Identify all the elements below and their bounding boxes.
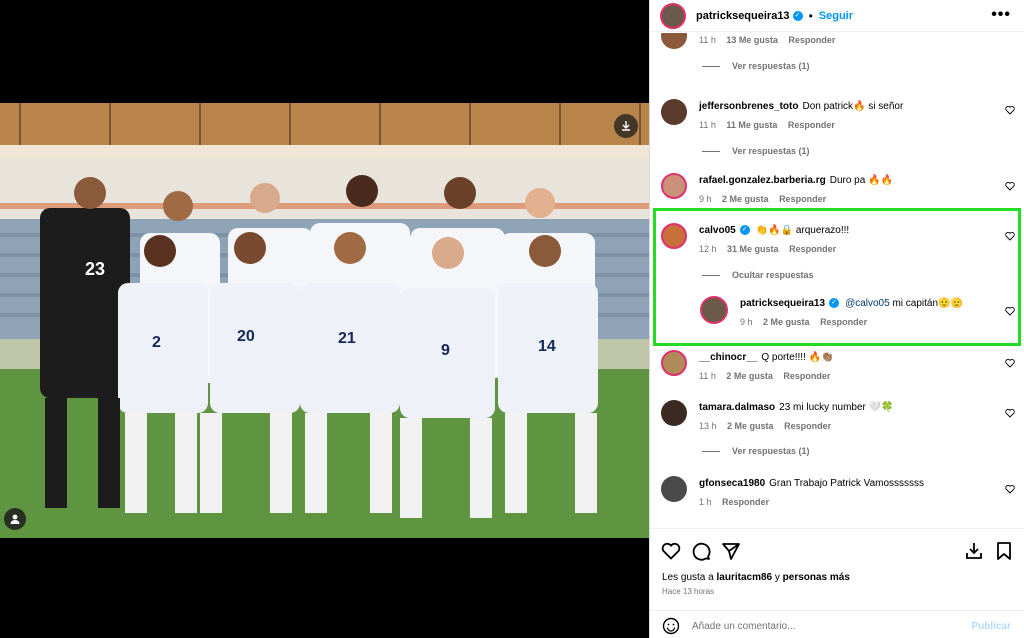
svg-text:21: 21 [338, 330, 356, 347]
avatar[interactable] [661, 99, 687, 125]
comment-username[interactable]: jeffersonbrenes_toto [699, 101, 798, 112]
comment-time: 11 h [699, 35, 716, 45]
reply-button[interactable]: Responder [722, 497, 769, 507]
share-icon[interactable] [721, 541, 741, 561]
bookmark-icon[interactable] [994, 541, 1014, 561]
comment-text: Duro pa 🔥🔥 [829, 175, 893, 186]
comment-username[interactable]: tamara.dalmaso [699, 402, 775, 413]
svg-text:20: 20 [237, 328, 255, 345]
svg-text:14: 14 [538, 338, 556, 355]
comment-time: 9 h [699, 194, 712, 204]
comment-input[interactable]: Añade un comentario... [692, 621, 795, 632]
highlight-box [653, 208, 1021, 346]
tagged-users-button[interactable] [4, 508, 26, 530]
likes-others[interactable]: personas más [783, 572, 850, 583]
comment-body: jeffersonbrenes_toto Don patrick🔥 si seño… [699, 101, 903, 112]
download-button[interactable] [614, 114, 638, 138]
comment-time: 11 h [699, 120, 716, 130]
comment-text: Gran Trabajo Patrick Vamosssssss [769, 478, 925, 489]
like-heart-icon[interactable] [1005, 358, 1015, 368]
comment-likes[interactable]: 2 Me gusta [726, 371, 773, 381]
author-username[interactable]: patricksequeira13 [696, 10, 790, 22]
comment-username[interactable]: rafael.gonzalez.barberia.rg [699, 175, 826, 186]
user-icon [10, 514, 20, 524]
comment-body: tamara.dalmaso 23 mi lucky number 🤍🍀 [699, 402, 894, 413]
svg-text:2: 2 [152, 334, 161, 351]
comment-text: Q porte!!!! 🔥👏🏽 [761, 352, 834, 363]
follow-button[interactable]: Seguir [819, 10, 853, 22]
comment-meta: 13 h 2 Me gusta Responder [699, 421, 839, 431]
comment-meta: 11 h 2 Me gusta Responder [699, 371, 838, 381]
comment-likes[interactable]: 2 Me gusta [727, 421, 774, 431]
team-photo: 23 2 20 21 9 14 [0, 103, 649, 538]
reply-button[interactable]: Responder [779, 194, 826, 204]
separator-dot: • [808, 8, 813, 23]
publish-button[interactable]: Publicar [972, 621, 1011, 632]
avatar[interactable] [661, 476, 687, 502]
post-sidebar: patricksequeira13 ✓ • Seguir ••• 11 h 13… [649, 0, 1024, 638]
likes-joiner: y [774, 572, 780, 583]
comment-meta: 11 h 13 Me gusta Responder [699, 35, 843, 45]
svg-text:23: 23 [85, 259, 105, 279]
reply-button[interactable]: Responder [783, 371, 830, 381]
media-pane: 23 2 20 21 9 14 [0, 0, 649, 638]
comment-likes[interactable]: 2 Me gusta [722, 194, 769, 204]
likes-summary: Les gusta a lauritacm86 y personas más [662, 572, 850, 583]
avatar[interactable] [661, 400, 687, 426]
comment-time: 1 h [699, 497, 712, 507]
like-heart-icon[interactable] [661, 541, 681, 561]
comment-text: 23 mi lucky number 🤍🍀 [779, 402, 894, 413]
avatar[interactable] [660, 2, 686, 29]
reply-button[interactable]: Responder [788, 120, 835, 130]
post-time: Hace 13 horas [662, 587, 715, 596]
comment-likes[interactable]: 13 Me gusta [726, 35, 778, 45]
comment-meta: 1 h Responder [699, 497, 777, 507]
verified-icon: ✓ [792, 10, 803, 21]
comment-likes[interactable]: 11 Me gusta [726, 120, 777, 130]
download-icon [622, 121, 630, 131]
comment-body: gfonseca1980 Gran Trabajo Patrick Vamosss… [699, 478, 924, 489]
download-icon[interactable] [964, 541, 984, 561]
avatar[interactable] [661, 350, 687, 376]
more-options-icon[interactable]: ••• [991, 6, 1011, 24]
like-heart-icon[interactable] [1005, 105, 1015, 115]
add-comment-bar: Añade un comentario... Publicar [650, 610, 1024, 638]
like-heart-icon[interactable] [1005, 484, 1015, 494]
view-replies-button[interactable]: Ver respuestas (1) [702, 61, 810, 71]
comment-username[interactable]: gfonseca1980 [699, 478, 765, 489]
reply-button[interactable]: Responder [784, 421, 831, 431]
comment-icon[interactable] [691, 541, 711, 561]
likes-prefix: Les gusta a [662, 572, 714, 583]
comment-time: 11 h [699, 371, 716, 381]
comment-time: 13 h [699, 421, 717, 431]
reply-button[interactable]: Responder [788, 35, 835, 45]
comment-meta: 9 h 2 Me gusta Responder [699, 194, 834, 204]
comment-body: rafael.gonzalez.barberia.rg Duro pa 🔥🔥 [699, 175, 893, 186]
avatar[interactable] [661, 173, 687, 199]
comment-body: __chinocr__ Q porte!!!! 🔥👏🏽 [699, 352, 834, 363]
like-heart-icon[interactable] [1005, 408, 1015, 418]
view-replies-button[interactable]: Ver respuestas (1) [702, 446, 810, 456]
svg-text:9: 9 [441, 342, 450, 359]
view-replies-button[interactable]: Ver respuestas (1) [702, 146, 810, 156]
post-header: patricksequeira13 ✓ • Seguir ••• [650, 0, 1024, 32]
like-heart-icon[interactable] [1005, 181, 1015, 191]
emoji-icon[interactable] [662, 617, 680, 635]
comment-meta: 11 h 11 Me gusta Responder [699, 120, 843, 130]
comment-username[interactable]: __chinocr__ [699, 352, 757, 363]
likes-user[interactable]: lauritacm86 [717, 572, 773, 583]
comment-text: Don patrick🔥 si señor [802, 101, 904, 112]
avatar[interactable] [661, 33, 687, 49]
